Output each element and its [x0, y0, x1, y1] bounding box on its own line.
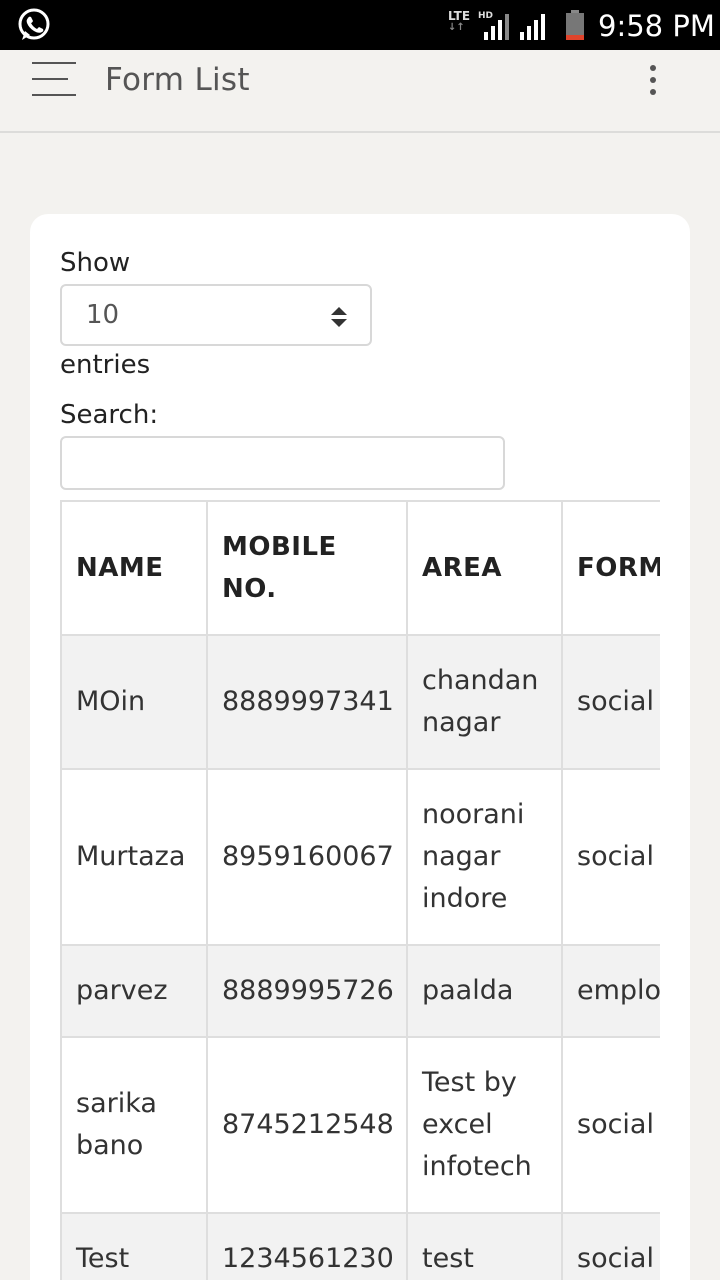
cell-area: paalda — [406, 944, 563, 1038]
form-list-card: Show 10 entries Search: NAME MOBILE NO. … — [30, 214, 690, 1280]
cell-mobile: 8745212548 — [206, 1036, 408, 1214]
cell-mobile: 8889995726 — [206, 944, 408, 1038]
column-header-name[interactable]: NAME — [60, 500, 208, 636]
app-bar: Form List — [0, 50, 720, 133]
cell-name: MOin — [60, 634, 208, 770]
form-table: NAME MOBILE NO. AREA FORM MOin 888999734… — [60, 500, 660, 1280]
column-header-form[interactable]: FORM — [561, 500, 660, 636]
signal-icon — [520, 14, 545, 40]
entries-select[interactable]: 10 — [60, 284, 372, 346]
whatsapp-icon — [18, 8, 50, 40]
battery-icon — [566, 10, 584, 40]
cell-name: parvez — [60, 944, 208, 1038]
signal-icon — [484, 14, 509, 40]
cell-form: social — [561, 1036, 660, 1214]
show-label: Show — [60, 248, 131, 278]
table-row: Murtaza 8959160067 noorani nagar indore … — [60, 768, 660, 946]
select-caret-icon — [331, 307, 347, 327]
cell-area: noorani nagar indore — [406, 768, 563, 946]
status-bar: LTE ↓↑ HD 9:58 PM — [0, 0, 720, 50]
entries-label: entries — [60, 350, 151, 380]
cell-mobile: 8959160067 — [206, 768, 408, 946]
cell-form: social — [561, 1212, 660, 1280]
cell-area: chandan nagar — [406, 634, 563, 770]
table-header-row: NAME MOBILE NO. AREA FORM — [60, 500, 660, 636]
search-input[interactable] — [60, 436, 505, 490]
page-title: Form List — [105, 62, 250, 98]
table-row: sarika bano 8745212548 Test by excel inf… — [60, 1036, 660, 1214]
form-table-container[interactable]: NAME MOBILE NO. AREA FORM MOin 888999734… — [60, 500, 660, 1280]
cell-mobile: 8889997341 — [206, 634, 408, 770]
more-vertical-icon[interactable] — [638, 62, 668, 100]
entries-select-value: 10 — [86, 300, 120, 330]
table-row: MOin 8889997341 chandan nagar social — [60, 634, 660, 770]
cell-area: test — [406, 1212, 563, 1280]
cell-name: Murtaza — [60, 768, 208, 946]
cell-name: Test — [60, 1212, 208, 1280]
column-header-area[interactable]: AREA — [406, 500, 563, 636]
cell-form: social — [561, 634, 660, 770]
table-row: parvez 8889995726 paalda employment — [60, 944, 660, 1038]
cell-mobile: 1234561230 — [206, 1212, 408, 1280]
cell-form: employment — [561, 944, 660, 1038]
cell-area: Test by excel infotech — [406, 1036, 563, 1214]
clock: 9:58 PM — [598, 9, 715, 43]
table-row: Test 1234561230 test social — [60, 1212, 660, 1280]
cell-form: social — [561, 768, 660, 946]
cell-name: sarika bano — [60, 1036, 208, 1214]
column-header-mobile[interactable]: MOBILE NO. — [206, 500, 408, 636]
hamburger-menu-icon[interactable] — [32, 62, 76, 98]
search-label: Search: — [60, 400, 159, 430]
network-type: LTE ↓↑ — [448, 9, 471, 33]
